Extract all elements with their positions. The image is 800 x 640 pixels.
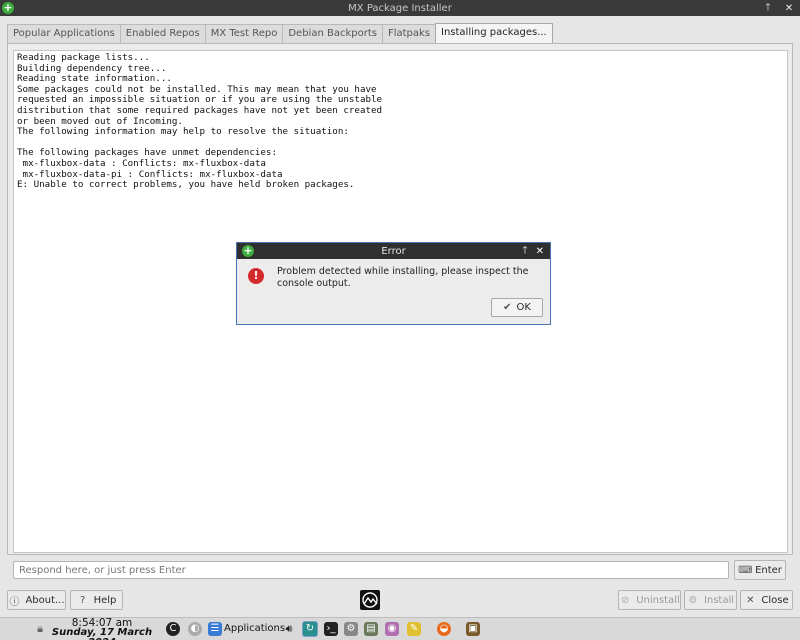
about-button[interactable]: ⓘ About... [7,590,66,610]
checkmark-icon: ✔ [503,302,512,313]
enter-button-label: Enter [755,564,782,576]
ok-button[interactable]: ✔ OK [491,298,543,317]
tab-mx-test-repo[interactable]: MX Test Repo [204,24,284,44]
package-installer-task-icon[interactable]: ↻ [302,621,318,637]
gear-icon: ⚙ [688,594,698,606]
maximize-icon[interactable]: 🡑 [763,0,773,17]
dialog-app-icon: + [242,244,254,257]
mx-logo [360,590,380,610]
tab-enabled-repos[interactable]: Enabled Repos [119,24,206,44]
window-title: MX Package Installer [348,2,452,14]
taskbar-clock[interactable]: 8:54:07 am Sunday, 17 March 2024 [47,618,157,640]
help-icon: ? [79,594,86,606]
tab-installing-packages[interactable]: Installing packages... [435,23,553,44]
help-button-label: Help [93,594,117,606]
update-icon[interactable]: C [166,622,180,636]
image-viewer-icon[interactable]: ◉ [385,622,399,636]
uninstall-button-label: Uninstall [636,594,680,606]
window-titlebar: + MX Package Installer 🡑 ✕ [0,0,800,16]
enter-button[interactable]: ⌨ Enter [734,560,786,580]
volume-icon[interactable]: 🔊︎ [282,622,296,636]
dialog-close-icon[interactable]: ✕ [536,246,544,257]
settings-icon[interactable]: ⚙ [344,622,358,636]
dialog-window-controls: 🡑 ✕ [522,243,544,259]
install-button[interactable]: ⚙ Install [684,590,737,610]
dialog-maximize-icon[interactable]: 🡑 [522,243,527,260]
firefox-icon[interactable]: ◒ [437,622,451,636]
close-button-label: Close [761,594,789,606]
error-dialog: + Error 🡑 ✕ ! Problem detected while ins… [236,242,551,325]
text-editor-icon[interactable]: ✎ [407,622,421,636]
cancel-circle-icon: ⊘ [621,594,630,606]
tab-debian-backports[interactable]: Debian Backports [282,24,383,44]
applications-menu-label[interactable]: Applications [224,623,285,634]
tab-flatpaks[interactable]: Flatpaks [381,24,437,44]
terminal-icon[interactable]: ›_ [324,622,338,636]
error-icon: ! [248,268,264,284]
uninstall-button[interactable]: ⊘ Uninstall [618,590,681,610]
ok-button-label: OK [516,302,531,313]
lock-icon[interactable]: 🔒︎ [33,622,47,636]
close-icon[interactable]: ✕ [784,3,794,14]
info-icon: ⓘ [9,596,20,608]
close-button[interactable]: ✕ Close [740,590,793,610]
applications-menu-icon[interactable]: ☰ [208,622,222,636]
close-x-icon: ✕ [746,594,755,606]
network-icon[interactable]: ◐ [188,622,202,636]
window-controls: 🡑 ✕ [763,0,794,16]
about-button-label: About... [25,594,65,606]
install-button-label: Install [703,594,735,606]
tab-popular-applications[interactable]: Popular Applications [7,24,121,44]
dialog-titlebar: + Error 🡑 ✕ [237,243,550,259]
tab-bar: Popular Applications Enabled Repos MX Te… [7,23,553,44]
keyboard-icon: ⌨ [738,564,753,576]
dialog-message: Problem detected while installing, pleas… [277,266,529,289]
package-icon[interactable]: ▣ [466,622,480,636]
respond-input[interactable] [13,561,729,579]
clock-date: Sunday, 17 March 2024 [51,627,153,640]
mx-package-installer-icon: + [2,1,14,14]
archive-icon[interactable]: ▤ [364,622,378,636]
dialog-title: Error [381,245,406,257]
help-button[interactable]: ? Help [70,590,123,610]
